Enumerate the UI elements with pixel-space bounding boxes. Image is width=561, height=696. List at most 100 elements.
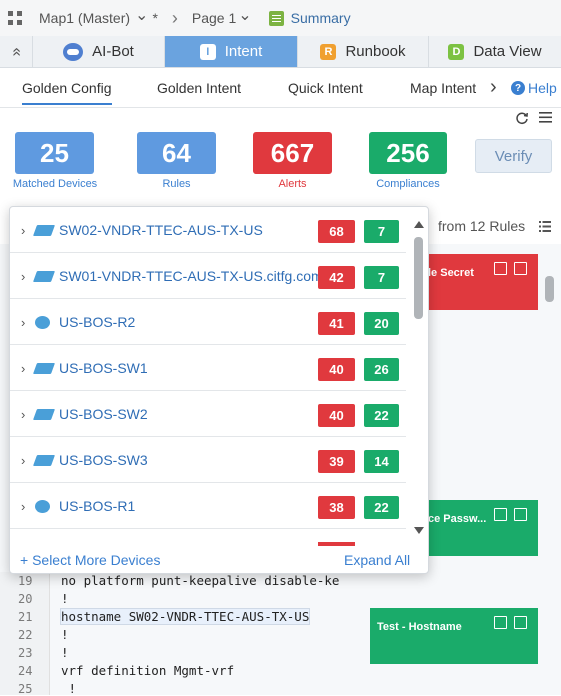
rule-card-title: ce Passw... bbox=[428, 513, 487, 525]
document-icon[interactable] bbox=[494, 262, 507, 275]
summary-link[interactable]: Summary bbox=[291, 10, 351, 26]
code-line: ! bbox=[61, 681, 77, 696]
rule-card[interactable]: Test - Hostname bbox=[370, 608, 538, 664]
open-external-icon[interactable] bbox=[514, 262, 527, 275]
help-icon[interactable]: ? bbox=[511, 81, 525, 95]
compliance-count-badge: 7 bbox=[364, 266, 399, 289]
tab-quick-intent[interactable]: Quick Intent bbox=[288, 80, 363, 96]
tab-intent[interactable]: I Intent bbox=[165, 36, 298, 67]
rule-card-title: Test - Hostname bbox=[377, 621, 462, 633]
expand-chevron-icon[interactable]: › bbox=[21, 269, 25, 284]
verify-button[interactable]: Verify bbox=[475, 139, 552, 173]
alerts-count[interactable]: 667 bbox=[253, 132, 332, 174]
scroll-down-icon[interactable] bbox=[414, 527, 424, 534]
device-name[interactable]: SW01-VNDR-TTEC-AUS-TX-US.citfg.com bbox=[59, 268, 323, 284]
device-row[interactable]: › US-BOS-SW2 40 22 bbox=[10, 391, 406, 437]
main-tabs: « AI-Bot I Intent R Runbook D Data View bbox=[0, 36, 561, 68]
compliance-count-badge: 26 bbox=[364, 358, 399, 381]
open-external-icon[interactable] bbox=[514, 508, 527, 521]
expand-chevron-icon[interactable]: › bbox=[21, 453, 25, 468]
router-icon bbox=[35, 500, 50, 513]
menu-icon[interactable] bbox=[539, 111, 552, 124]
summary-icon[interactable] bbox=[268, 10, 284, 26]
rules-header: from 12 Rules bbox=[430, 210, 561, 244]
device-name[interactable]: US-BOS-R2 bbox=[59, 314, 135, 330]
rules-count-text: from 12 Rules bbox=[438, 218, 526, 234]
tab-golden-config[interactable]: Golden Config bbox=[22, 80, 112, 105]
compliance-count-badge: 7 bbox=[364, 220, 399, 243]
device-row[interactable]: › US-BOS-SW1 40 26 bbox=[10, 345, 406, 391]
document-icon[interactable] bbox=[494, 616, 507, 629]
tab-label: Intent bbox=[224, 43, 263, 60]
compliances-label: Compliances bbox=[376, 178, 440, 190]
line-number: 21 bbox=[18, 610, 33, 624]
device-name[interactable]: US-BOS-SW2 bbox=[59, 406, 148, 422]
config-editor[interactable]: 19 no platform punt-keepalive disable-ke… bbox=[0, 572, 339, 696]
alert-count-badge: 41 bbox=[318, 312, 355, 335]
map-dropdown-icon[interactable]: ⌄ bbox=[135, 5, 148, 25]
switch-icon bbox=[32, 455, 56, 466]
alert-count-badge: 40 bbox=[318, 358, 355, 381]
matched-devices-count[interactable]: 25 bbox=[15, 132, 94, 174]
expand-chevron-icon[interactable]: › bbox=[21, 361, 25, 376]
expand-chevron-icon[interactable]: › bbox=[21, 315, 25, 330]
list-icon[interactable] bbox=[539, 221, 551, 232]
compliances-count[interactable]: 256 bbox=[369, 132, 447, 174]
rules-scrollbar[interactable] bbox=[545, 276, 554, 302]
refresh-icon[interactable] bbox=[515, 111, 529, 125]
alert-count-badge: 38 bbox=[318, 496, 355, 519]
expand-chevron-icon[interactable]: › bbox=[21, 499, 25, 514]
help-link[interactable]: Help bbox=[528, 80, 557, 96]
runbook-icon: R bbox=[320, 43, 337, 60]
device-row[interactable]: › US-BOS-R2 41 20 bbox=[10, 299, 406, 345]
collapse-button[interactable]: « bbox=[0, 36, 33, 67]
device-row[interactable]: › US-BOS-R1 38 22 bbox=[10, 483, 406, 529]
tab-ai-bot[interactable]: AI-Bot bbox=[33, 36, 165, 67]
select-more-devices-link[interactable]: + Select More Devices bbox=[20, 552, 160, 568]
breadcrumb-separator-icon: › bbox=[171, 7, 178, 28]
code-line: ! bbox=[61, 627, 69, 642]
alert-count-badge: 40 bbox=[318, 404, 355, 427]
line-number: 20 bbox=[18, 592, 33, 606]
device-row[interactable]: › SW02-VNDR-TTEC-AUS-TX-US 68 7 bbox=[10, 207, 406, 253]
intent-icon: I bbox=[199, 43, 216, 60]
expand-all-link[interactable]: Expand All bbox=[344, 552, 410, 568]
device-name[interactable]: US-BOS-R1 bbox=[59, 498, 135, 514]
page-dropdown-icon[interactable]: ⌄ bbox=[238, 5, 251, 25]
expand-chevron-icon[interactable]: › bbox=[21, 223, 25, 238]
code-line: vrf definition Mgmt-vrf bbox=[61, 663, 235, 678]
page-name[interactable]: Page 1 bbox=[192, 10, 236, 26]
rules-label: Rules bbox=[162, 178, 191, 190]
sitemap-icon[interactable] bbox=[8, 11, 22, 25]
tab-label: Runbook bbox=[345, 43, 406, 60]
alert-count-badge: 68 bbox=[318, 220, 355, 243]
document-icon[interactable] bbox=[494, 508, 507, 521]
switch-icon bbox=[32, 271, 56, 282]
tab-runbook[interactable]: R Runbook bbox=[298, 36, 429, 67]
scroll-up-icon[interactable] bbox=[414, 221, 424, 228]
device-name[interactable]: SW02-VNDR-TTEC-AUS-TX-US bbox=[59, 222, 263, 238]
scrollbar-thumb[interactable] bbox=[414, 237, 423, 319]
device-row[interactable]: › US-BOS-SW3 39 14 bbox=[10, 437, 406, 483]
matched-devices-popup: › SW02-VNDR-TTEC-AUS-TX-US 68 7 › SW01-V… bbox=[9, 206, 429, 574]
compliance-count-badge: 20 bbox=[364, 312, 399, 335]
robot-icon bbox=[63, 42, 84, 61]
tab-data-view[interactable]: D Data View bbox=[429, 36, 561, 67]
device-name[interactable]: US-BOS-SW1 bbox=[59, 360, 148, 376]
rules-count[interactable]: 64 bbox=[137, 132, 216, 174]
tab-map-intent[interactable]: Map Intent bbox=[410, 80, 476, 96]
popup-footer: + Select More Devices Expand All bbox=[10, 545, 428, 573]
data-view-icon: D bbox=[448, 43, 465, 60]
more-tabs-icon[interactable]: › bbox=[490, 76, 497, 99]
device-row[interactable]: › SW01-VNDR-TTEC-AUS-TX-US.citfg.com 42 … bbox=[10, 253, 406, 299]
matched-devices-label: Matched Devices bbox=[12, 178, 98, 190]
line-number: 24 bbox=[18, 664, 33, 678]
map-name[interactable]: Map1 (Master) bbox=[39, 10, 130, 26]
expand-chevron-icon[interactable]: › bbox=[21, 407, 25, 422]
popup-scrollbar[interactable] bbox=[410, 207, 428, 543]
open-external-icon[interactable] bbox=[514, 616, 527, 629]
code-line: ! bbox=[61, 591, 69, 606]
tab-golden-intent[interactable]: Golden Intent bbox=[157, 80, 241, 96]
device-name[interactable]: US-BOS-SW3 bbox=[59, 452, 148, 468]
router-icon bbox=[35, 316, 50, 329]
